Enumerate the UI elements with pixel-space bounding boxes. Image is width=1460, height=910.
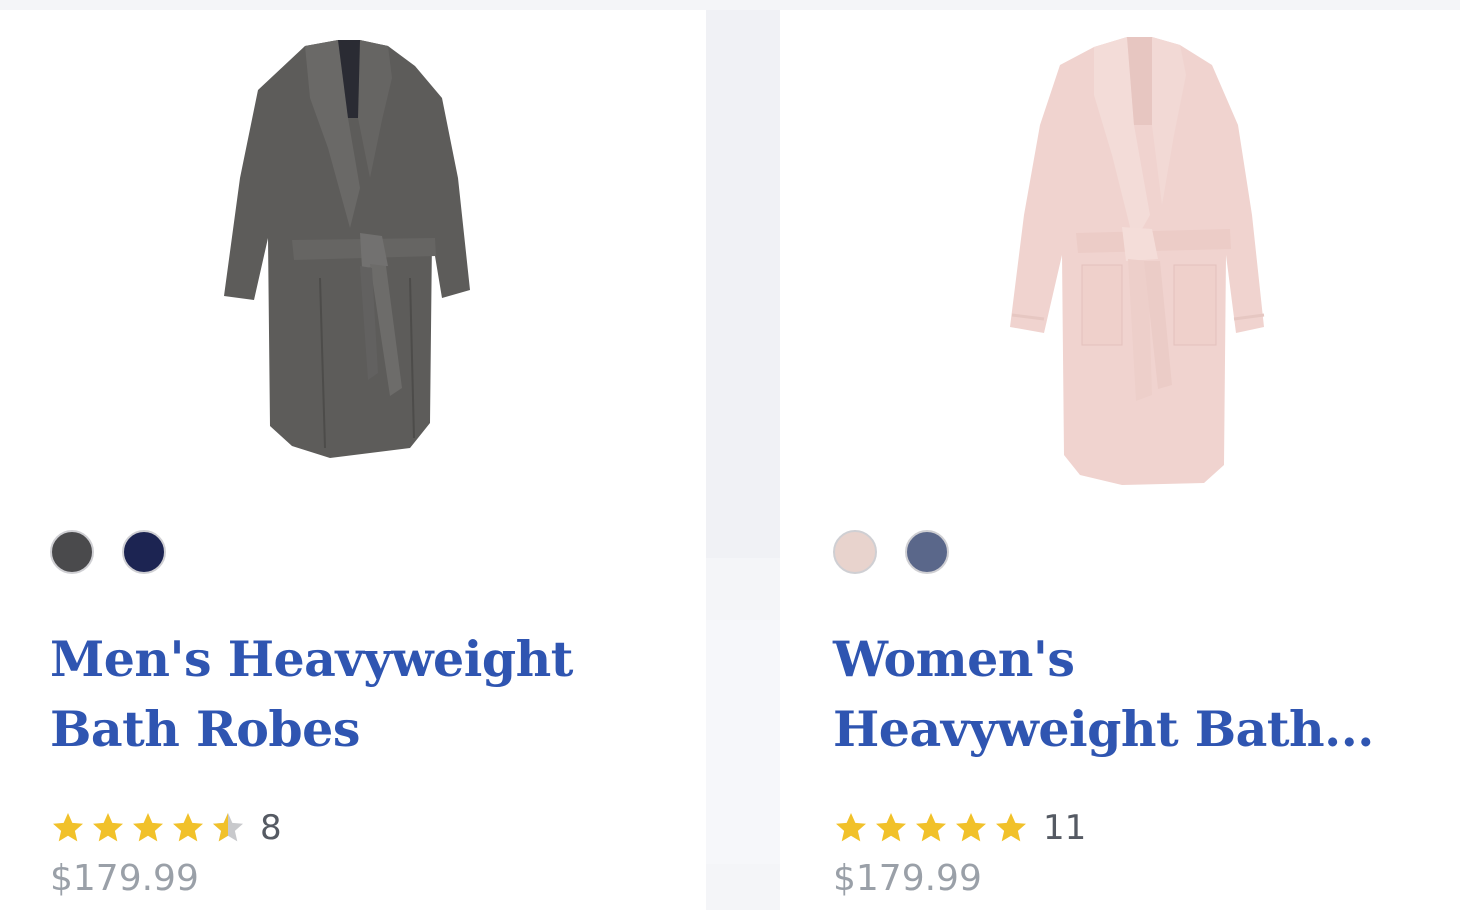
card-gap-lower bbox=[706, 620, 780, 864]
product-title-line-2: Heavyweight Bath... bbox=[833, 700, 1374, 758]
color-swatches bbox=[50, 530, 166, 574]
pink-bathrobe-image[interactable] bbox=[1002, 15, 1272, 490]
rating[interactable]: 11 bbox=[833, 808, 1086, 848]
product-card-mens-robe[interactable]: Men's Heavyweight Bath Robes 8 $179.99 bbox=[0, 10, 706, 910]
star-rating bbox=[50, 810, 246, 846]
swatch-slate-blue[interactable] bbox=[905, 530, 949, 574]
product-title-line-2: Bath Robes bbox=[50, 700, 360, 758]
gray-bathrobe-image[interactable] bbox=[210, 28, 480, 478]
card-gap bbox=[706, 10, 780, 558]
star-icon bbox=[93, 813, 123, 842]
star-icon bbox=[996, 813, 1026, 842]
star-icon bbox=[53, 813, 83, 842]
star-icon bbox=[133, 813, 163, 842]
swatch-charcoal[interactable] bbox=[50, 530, 94, 574]
star-icon bbox=[956, 813, 986, 842]
product-price: $179.99 bbox=[50, 858, 199, 899]
star-icon bbox=[916, 813, 946, 842]
swatch-blush[interactable] bbox=[833, 530, 877, 574]
review-count: 8 bbox=[260, 808, 282, 848]
review-count: 11 bbox=[1043, 808, 1087, 848]
star-icon bbox=[876, 813, 906, 842]
half-star-icon bbox=[213, 813, 243, 842]
product-title-line-1: Men's Heavyweight bbox=[50, 630, 573, 688]
rating[interactable]: 8 bbox=[50, 808, 282, 848]
product-card-womens-robe[interactable]: Women's Heavyweight Bath... 11 $179.99 bbox=[780, 10, 1460, 910]
product-title-link[interactable]: Men's Heavyweight Bath Robes bbox=[50, 624, 610, 764]
star-icon bbox=[836, 813, 866, 842]
star-rating bbox=[833, 810, 1029, 846]
swatch-navy[interactable] bbox=[122, 530, 166, 574]
product-title-link[interactable]: Women's Heavyweight Bath... bbox=[833, 624, 1393, 764]
star-icon bbox=[173, 813, 203, 842]
product-title-line-1: Women's bbox=[833, 630, 1075, 688]
color-swatches bbox=[833, 530, 949, 574]
product-price: $179.99 bbox=[833, 858, 982, 899]
